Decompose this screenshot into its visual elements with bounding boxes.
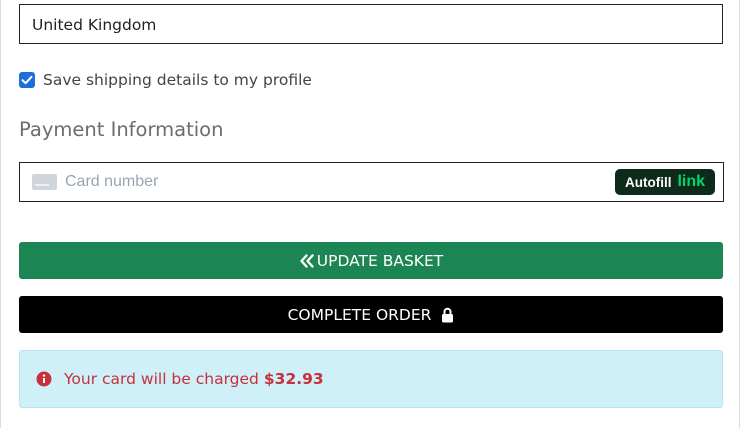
lock-icon — [442, 307, 454, 322]
credit-card-icon — [32, 174, 57, 190]
update-basket-button[interactable]: UPDATE BASKET — [19, 242, 723, 279]
page-right-edge — [739, 0, 740, 428]
autofill-label: Autofill — [624, 174, 672, 190]
complete-order-label: COMPLETE ORDER — [287, 305, 432, 324]
save-profile-option[interactable]: Save shipping details to my profile — [19, 70, 312, 90]
save-profile-label: Save shipping details to my profile — [43, 71, 312, 89]
charge-alert: Your card will be charged $32.93 — [19, 350, 723, 408]
autofill-link-button[interactable]: Autofill link — [615, 169, 715, 195]
page-left-edge — [0, 0, 1, 428]
card-number-field[interactable]: Autofill link — [19, 162, 724, 202]
charge-amount: $32.93 — [263, 370, 324, 388]
complete-order-button[interactable]: COMPLETE ORDER — [19, 296, 723, 333]
country-field[interactable]: United Kingdom — [19, 4, 723, 44]
link-logo: link — [677, 173, 706, 190]
checkmark-icon — [21, 75, 33, 85]
country-value: United Kingdom — [32, 15, 157, 33]
charge-message: Your card will be charged — [64, 370, 259, 388]
save-profile-checkbox[interactable] — [19, 72, 35, 88]
update-basket-label: UPDATE BASKET — [316, 251, 444, 270]
card-number-input[interactable] — [65, 173, 585, 191]
double-chevron-left-icon — [300, 253, 314, 268]
payment-section-title: Payment Information — [19, 118, 224, 141]
info-icon — [36, 371, 52, 387]
